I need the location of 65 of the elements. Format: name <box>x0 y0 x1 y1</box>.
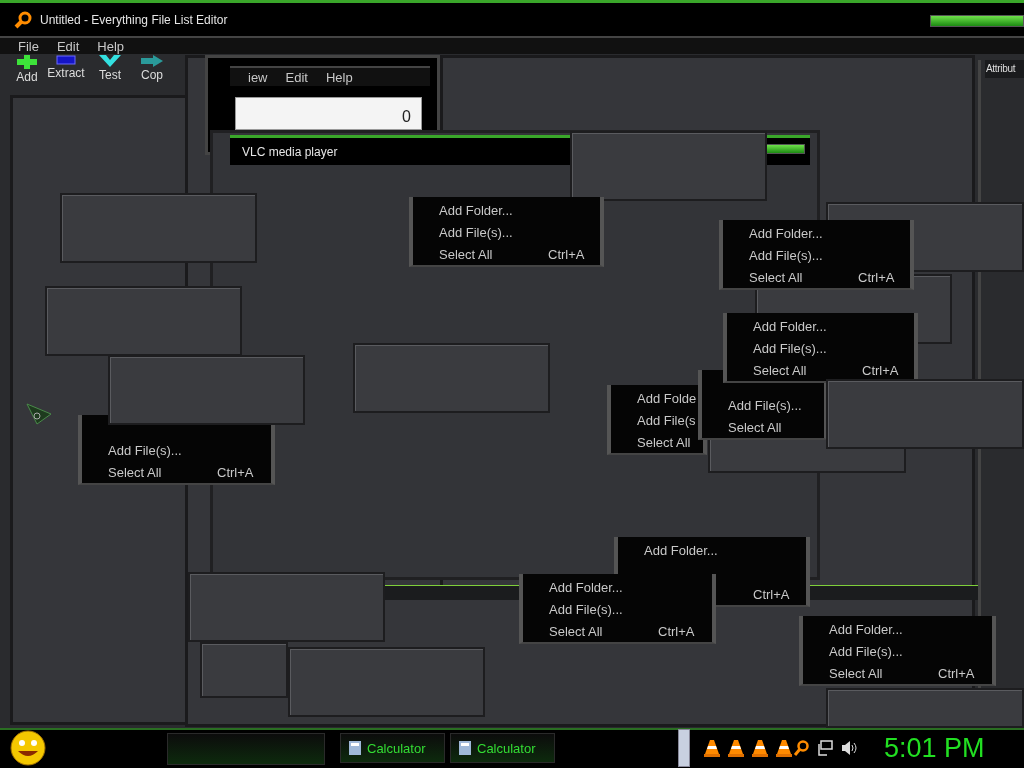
menu-item[interactable]: Add File(s)... <box>749 248 823 263</box>
cone-icon[interactable] <box>776 739 792 757</box>
network-icon[interactable] <box>817 740 833 756</box>
menu-item[interactable]: Add File(s)... <box>108 443 182 458</box>
menu-item[interactable]: Help <box>97 38 125 54</box>
menu-item[interactable]: Edit <box>285 69 308 85</box>
toolbar-button[interactable]: Add <box>12 55 42 91</box>
toolbar-button[interactable]: Extract <box>46 55 86 91</box>
cone-icon[interactable] <box>752 739 768 757</box>
shortcut-label: Ctrl+A <box>753 587 790 602</box>
shortcut-label: Ctrl+A <box>862 363 899 378</box>
menu-item[interactable]: File <box>18 38 39 54</box>
menu-item[interactable]: Add Folde <box>637 391 697 406</box>
cone-icon[interactable] <box>728 739 744 757</box>
smiley-icon[interactable] <box>9 730 47 766</box>
chevron-icon <box>99 55 121 67</box>
task-button[interactable]: Calculator <box>450 733 555 763</box>
cone-icon[interactable] <box>704 739 720 757</box>
menu-item[interactable]: Add Folder... <box>749 226 823 241</box>
menu-item[interactable]: Add File(s <box>637 413 696 428</box>
speaker-icon[interactable] <box>841 740 857 756</box>
menu-item[interactable]: Select All <box>749 270 803 285</box>
menu-item[interactable]: Add Folder... <box>644 543 718 558</box>
menu-item[interactable]: Add Folder... <box>829 622 903 637</box>
window-controls[interactable] <box>930 15 1024 27</box>
shortcut-label: Ctrl+A <box>217 465 254 480</box>
column-header[interactable]: Attribut <box>985 60 1024 78</box>
menu-item[interactable]: Select All <box>108 465 162 480</box>
window-title: Untitled - Everything File List Editor <box>40 12 228 27</box>
menu-item[interactable]: iew <box>248 69 268 85</box>
search-icon[interactable] <box>793 739 809 757</box>
menu-item[interactable]: Select All <box>728 420 782 435</box>
menu-item[interactable]: Select All <box>549 624 603 639</box>
menu-item[interactable]: Add Folder... <box>549 580 623 595</box>
clock: 5:01 PM <box>884 731 986 765</box>
menu-item[interactable]: Add File(s)... <box>549 602 623 617</box>
shortcut-label: Ctrl+A <box>938 666 975 681</box>
menu-item[interactable]: Add Folder... <box>439 203 513 218</box>
toolbar-button[interactable]: Test <box>95 55 125 91</box>
shortcut-label: Ctrl+A <box>548 247 585 262</box>
menu-item[interactable]: Select All <box>753 363 807 378</box>
menu-item[interactable]: Select All <box>637 435 691 450</box>
menu-item[interactable]: Select All <box>439 247 493 262</box>
shortcut-label: Ctrl+A <box>658 624 695 639</box>
menu-item[interactable]: Edit <box>56 38 80 54</box>
menu-item[interactable]: Select All <box>829 666 883 681</box>
bar-icon <box>56 55 76 65</box>
window-controls[interactable] <box>765 144 805 154</box>
toolbar-button[interactable]: Cop <box>137 55 167 91</box>
menu-item[interactable]: Add File(s)... <box>728 398 802 413</box>
task-button[interactable]: Calculator <box>340 733 445 763</box>
calculator-icon <box>349 741 361 755</box>
menu-item[interactable]: Add File(s)... <box>753 341 827 356</box>
input-field[interactable]: 0 <box>235 97 422 130</box>
calculator-icon <box>459 741 471 755</box>
menu-item[interactable]: Add File(s)... <box>829 644 903 659</box>
window-title: VLC media player <box>242 144 338 159</box>
scroll-handle[interactable] <box>678 729 690 767</box>
menu-item[interactable]: Add Folder... <box>753 319 827 334</box>
plus-icon <box>17 55 37 69</box>
shortcut-label: Ctrl+A <box>858 270 895 285</box>
menu-item[interactable]: Add File(s)... <box>439 225 513 240</box>
arrow-icon <box>141 55 163 67</box>
search-icon <box>14 10 32 29</box>
menu-item[interactable]: Help <box>325 69 353 85</box>
